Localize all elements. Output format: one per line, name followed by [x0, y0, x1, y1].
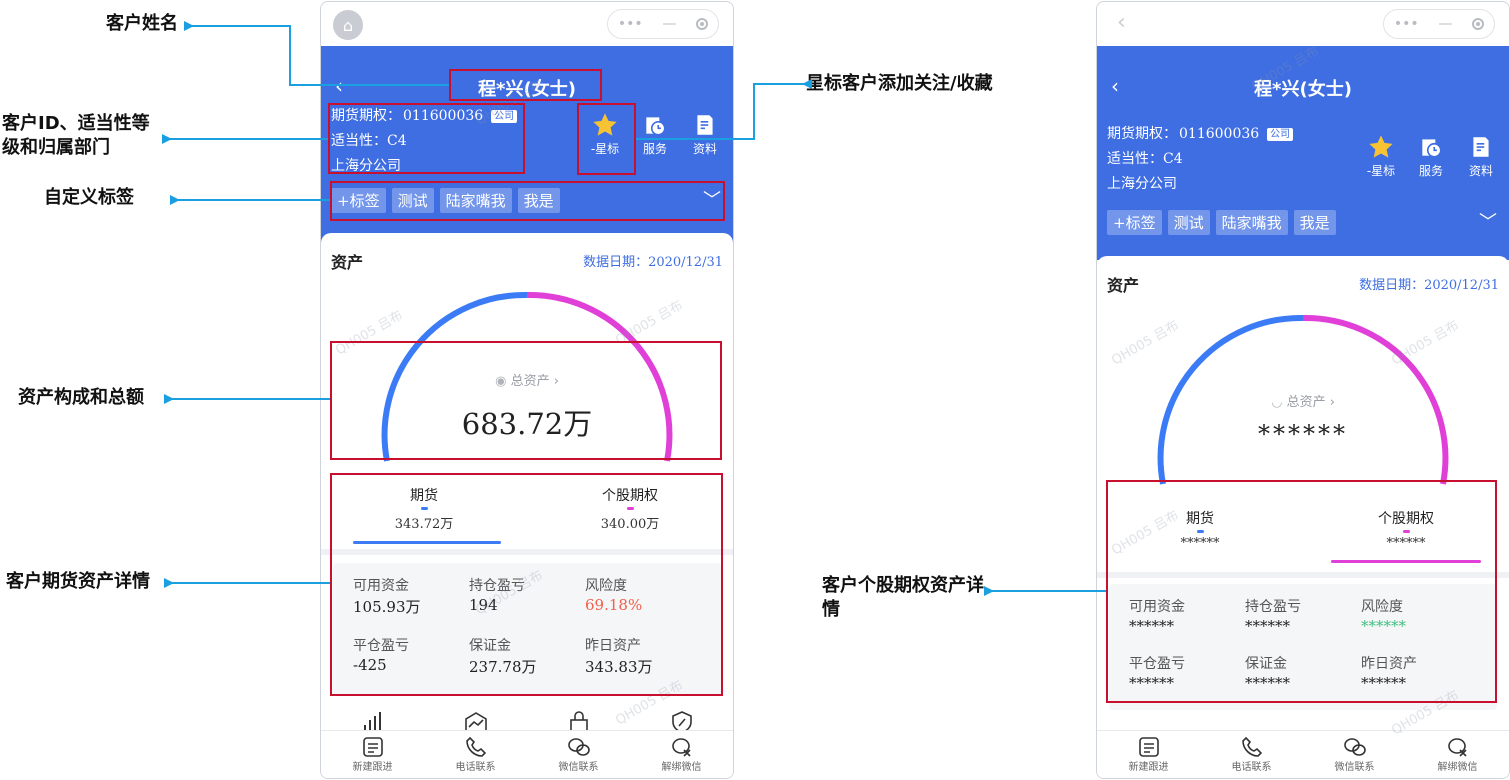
service-icon: [1422, 139, 1442, 158]
service-label: 服务: [1418, 164, 1443, 178]
branch-name: 上海分公司: [1107, 176, 1177, 192]
company-badge: 公司: [1267, 128, 1294, 141]
unbind-wechat-button[interactable]: 解绑微信: [1423, 736, 1493, 773]
close-target-icon[interactable]: [1472, 18, 1485, 30]
suitability-level: 适当性：C4: [1107, 151, 1183, 167]
service-label: 服务: [642, 142, 667, 156]
more-icon[interactable]: •••: [1394, 16, 1419, 32]
tag-chip[interactable]: 我是: [1293, 210, 1336, 235]
minimize-icon[interactable]: —: [1438, 16, 1452, 32]
bottom-action-bar: 新建跟进 电话联系 微信联系 解绑微信: [321, 730, 733, 778]
annotation-asset-summary: 资产构成和总额: [18, 387, 144, 408]
highlight-futures-detail: [330, 473, 723, 696]
customer-info: 期货期权： 011600036 公司 适当性：C4 上海分公司: [1107, 122, 1294, 197]
tag-chip[interactable]: 陆家嘴我: [1215, 210, 1288, 235]
account-row: 期货期权： 011600036 公司: [1107, 122, 1294, 147]
mini-program-capsule[interactable]: ••• —: [1383, 9, 1495, 39]
more-icon[interactable]: •••: [618, 16, 643, 32]
unbind-wechat-icon: [671, 738, 691, 757]
total-asset-value: ******: [1258, 420, 1348, 448]
star-button[interactable]: -星标: [1363, 132, 1399, 179]
wechat-contact-button[interactable]: 微信联系: [1320, 736, 1390, 773]
status-bar: ⌂ ••• —: [321, 2, 733, 46]
checklist-icon: [362, 737, 383, 757]
asset-gauge: [1157, 314, 1449, 485]
service-button[interactable]: 服务: [637, 110, 673, 157]
profile-button[interactable]: 资料: [687, 110, 723, 157]
customer-name: 程*兴(女士): [1254, 79, 1352, 100]
total-asset-label[interactable]: ◡ 总资产 ›: [1097, 391, 1509, 410]
profile-label: 资料: [692, 142, 717, 156]
document-icon: [1473, 137, 1489, 157]
annotation-star-customer: 星标客户添加关注/收藏: [806, 73, 993, 94]
header-actions: -星标 服务 资料: [1363, 132, 1499, 179]
highlight-option-detail: [1106, 480, 1497, 703]
service-button[interactable]: 服务: [1413, 132, 1449, 179]
canvas: 客户姓名 客户ID、适当性等级和归属部门 自定义标签 资产构成和总额 客户期货资…: [0, 0, 1510, 780]
highlight-asset-summary: [330, 341, 722, 460]
account-label: 期货期权：: [1107, 126, 1177, 142]
highlight-customer-name: [449, 69, 602, 101]
wechat-contact-button[interactable]: 微信联系: [544, 736, 614, 773]
minimize-icon[interactable]: —: [662, 16, 676, 32]
customer-header: ‹ 程*兴(女士) 期货期权： 011600036 公司 适当性：C4 上海分公…: [1097, 46, 1509, 260]
mini-program-capsule[interactable]: ••• —: [607, 9, 719, 39]
highlight-tags: [330, 181, 725, 221]
service-icon: [646, 117, 666, 136]
unbind-wechat-icon: [1447, 738, 1467, 757]
phone-contact-button[interactable]: 电话联系: [441, 736, 511, 773]
chevron-down-icon[interactable]: ﹀: [1479, 208, 1497, 234]
wechat-icon: [1343, 738, 1366, 756]
profile-label: 资料: [1468, 164, 1493, 178]
bottom-action-bar: 新建跟进 电话联系 微信联系 解绑微信: [1097, 730, 1509, 778]
status-bar: ‹ ••• —: [1097, 2, 1509, 46]
annotation-option-detail: 客户个股期权资产详情: [822, 575, 984, 620]
eye-closed-icon[interactable]: ◡: [1271, 395, 1282, 410]
highlight-customer-id: [328, 103, 525, 174]
profile-button[interactable]: 资料: [1463, 132, 1499, 179]
account-id: 011600036: [1179, 126, 1260, 142]
star-icon: [1369, 135, 1393, 158]
annotation-futures-detail: 客户期货资产详情: [6, 571, 150, 592]
document-icon: [697, 115, 713, 135]
checklist-icon: [1138, 737, 1159, 757]
annotation-customer-id: 客户ID、适当性等级和归属部门: [2, 113, 150, 158]
unbind-wechat-button[interactable]: 解绑微信: [647, 736, 717, 773]
wechat-icon: [567, 738, 590, 756]
close-target-icon[interactable]: [696, 18, 709, 30]
phone-icon: [1241, 736, 1262, 757]
new-followup-button[interactable]: 新建跟进: [1114, 736, 1184, 773]
add-tag-button[interactable]: +标签: [1107, 210, 1162, 235]
phone-contact-button[interactable]: 电话联系: [1217, 736, 1287, 773]
tag-chip[interactable]: 测试: [1167, 210, 1210, 235]
star-label: -星标: [1366, 164, 1396, 178]
tag-list: +标签 测试 陆家嘴我 我是: [1107, 210, 1336, 235]
annotation-customer-name: 客户姓名: [106, 13, 178, 34]
home-icon[interactable]: ⌂: [333, 10, 363, 40]
back-icon[interactable]: ‹: [1117, 10, 1126, 35]
new-followup-button[interactable]: 新建跟进: [338, 736, 408, 773]
highlight-star: [577, 103, 636, 175]
phone-icon: [465, 736, 486, 757]
annotation-custom-tags: 自定义标签: [44, 187, 134, 208]
